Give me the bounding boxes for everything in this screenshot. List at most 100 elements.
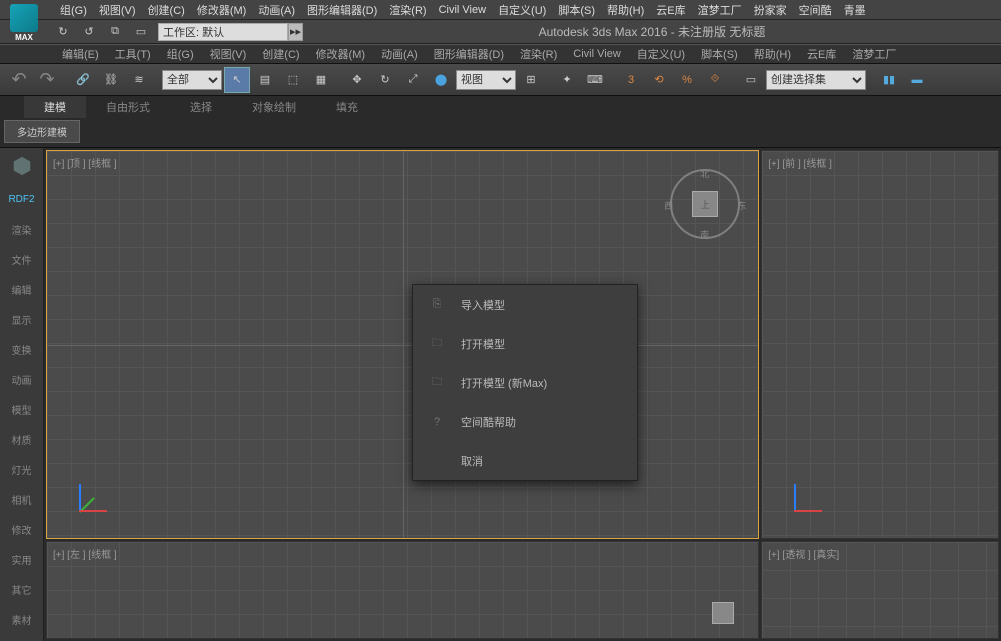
menu2-help[interactable]: 帮助(H) — [746, 44, 799, 64]
menu-graph-editor[interactable]: 图形编辑器(D) — [301, 0, 383, 20]
side-edit[interactable]: 编辑 — [0, 274, 43, 304]
viewport-left[interactable]: [+] [左 ] [线框 ] — [46, 541, 759, 639]
ctx-help[interactable]: ? 空间酷帮助 — [413, 402, 637, 441]
viewcube[interactable]: 上 北 南 西 东 — [670, 169, 740, 239]
link-icon[interactable]: ⧉ — [102, 19, 128, 45]
percent-snap-button[interactable]: % — [674, 67, 700, 93]
viewport-label-top[interactable]: [+] [顶 ] [线框 ] — [53, 155, 117, 170]
side-camera[interactable]: 相机 — [0, 484, 43, 514]
menu-view[interactable]: 视图(V) — [93, 0, 142, 20]
menu2-animation[interactable]: 动画(A) — [373, 44, 426, 64]
side-utility[interactable]: 实用 — [0, 544, 43, 574]
side-modify[interactable]: 修改 — [0, 514, 43, 544]
menu2-script[interactable]: 脚本(S) — [693, 44, 746, 64]
menu2-view[interactable]: 视图(V) — [202, 44, 255, 64]
side-display[interactable]: 显示 — [0, 304, 43, 334]
viewport-label-persp[interactable]: [+] [透视 ] [真实] — [768, 546, 839, 561]
mirror-button[interactable]: ▮▮ — [876, 67, 902, 93]
side-file[interactable]: 文件 — [0, 244, 43, 274]
menu2-modifier[interactable]: 修改器(M) — [308, 44, 374, 64]
menu2-edit[interactable]: 编辑(E) — [54, 44, 107, 64]
ctx-open-model-newmax[interactable]: 🗀 打开模型 (新Max) — [413, 363, 637, 402]
link-button[interactable]: 🔗 — [70, 67, 96, 93]
side-model[interactable]: 模型 — [0, 394, 43, 424]
redo-button[interactable]: ↷ — [34, 67, 60, 93]
menu2-group[interactable]: 组(G) — [159, 44, 202, 64]
menu-script[interactable]: 脚本(S) — [552, 0, 601, 20]
coord-system-select[interactable]: 视图 — [456, 70, 516, 90]
ribbon-tab-populate[interactable]: 填充 — [316, 96, 378, 118]
menu-modifier[interactable]: 修改器(M) — [191, 0, 253, 20]
side-rdf2[interactable]: RDF2 — [0, 184, 43, 214]
keyboard-shortcut-button[interactable]: ⌨ — [582, 67, 608, 93]
side-transform[interactable]: 变换 — [0, 334, 43, 364]
ribbon-tab-modeling[interactable]: 建模 — [24, 96, 86, 118]
menu-cloud-e[interactable]: 云E库 — [650, 0, 691, 20]
ctx-open-model[interactable]: 🗀 打开模型 — [413, 324, 637, 363]
rotate-button[interactable]: ↻ — [372, 67, 398, 93]
menu-animation[interactable]: 动画(A) — [252, 0, 301, 20]
select-by-name-button[interactable]: ▤ — [252, 67, 278, 93]
menu2-graph-editor[interactable]: 图形编辑器(D) — [426, 44, 512, 64]
manipulate-button[interactable]: ✦ — [554, 67, 580, 93]
side-render[interactable]: 渲染 — [0, 214, 43, 244]
app-logo[interactable]: MAX — [0, 0, 48, 44]
viewcube-small[interactable] — [708, 598, 738, 628]
bind-button[interactable]: ≋ — [126, 67, 152, 93]
scale-button[interactable]: ⤢ — [400, 67, 426, 93]
window-crossing-button[interactable]: ▦ — [308, 67, 334, 93]
ribbon-tab-selection[interactable]: 选择 — [170, 96, 232, 118]
side-other[interactable]: 其它 — [0, 574, 43, 604]
place-button[interactable]: ⬤ — [428, 67, 454, 93]
side-assets[interactable]: 素材 — [0, 604, 43, 634]
viewcube-face-icon[interactable] — [712, 602, 734, 624]
angle-snap-button[interactable]: ⟲ — [646, 67, 672, 93]
viewcube-face[interactable]: 上 — [692, 191, 718, 217]
undo-button[interactable]: ↶ — [6, 67, 32, 93]
align-button[interactable]: ▬ — [904, 67, 930, 93]
side-light[interactable]: 灯光 — [0, 454, 43, 484]
ctx-cancel[interactable]: 取消 — [413, 441, 637, 480]
side-animation[interactable]: 动画 — [0, 364, 43, 394]
ctx-import-model[interactable]: ⎘ 导入模型 — [413, 285, 637, 324]
menu-kongjianku[interactable]: 空间酷 — [793, 0, 838, 20]
viewport-front[interactable]: [+] [前 ] [线框 ] — [761, 150, 999, 539]
named-selection-edit-button[interactable]: ▭ — [738, 67, 764, 93]
side-material[interactable]: 材质 — [0, 424, 43, 454]
menu-help[interactable]: 帮助(H) — [601, 0, 650, 20]
menu2-xuanmeng[interactable]: 渲梦工厂 — [844, 44, 904, 64]
project-icon[interactable]: ▭ — [128, 19, 154, 45]
viewport-perspective[interactable]: [+] [透视 ] [真实] — [761, 541, 999, 639]
snap-2d-button[interactable]: 3 — [618, 67, 644, 93]
ribbon-tab-freeform[interactable]: 自由形式 — [86, 96, 170, 118]
menu-civil-view[interactable]: Civil View — [433, 2, 492, 18]
selection-filter[interactable]: 全部 — [162, 70, 222, 90]
pivot-button[interactable]: ⊞ — [518, 67, 544, 93]
menu-xuanmeng[interactable]: 渲梦工厂 — [692, 0, 748, 20]
viewport-label-left[interactable]: [+] [左 ] [线框 ] — [53, 546, 117, 561]
menu2-tools[interactable]: 工具(T) — [107, 44, 159, 64]
selection-set-select[interactable]: 创建选择集 — [766, 70, 866, 90]
menu-banjiajia[interactable]: 扮家家 — [748, 0, 793, 20]
side-geometry-icon[interactable] — [0, 148, 43, 184]
move-button[interactable]: ✥ — [344, 67, 370, 93]
menu-qingmo[interactable]: 青墨 — [838, 0, 872, 20]
menu2-create[interactable]: 创建(C) — [254, 44, 307, 64]
menu-render[interactable]: 渲染(R) — [383, 0, 432, 20]
menu2-render[interactable]: 渲染(R) — [512, 44, 565, 64]
select-object-button[interactable]: ↖ — [224, 67, 250, 93]
menu-customize[interactable]: 自定义(U) — [492, 0, 552, 20]
workspace-selector[interactable]: 工作区: 默认 — [158, 23, 288, 41]
menu2-civil-view[interactable]: Civil View — [565, 46, 628, 62]
viewport-top[interactable]: [+] [顶 ] [线框 ] 上 北 南 西 东 — [46, 150, 759, 539]
select-region-button[interactable]: ⬚ — [280, 67, 306, 93]
viewport-label-front[interactable]: [+] [前 ] [线框 ] — [768, 155, 832, 170]
workspace-expand-icon[interactable]: ▸▸ — [288, 23, 303, 41]
spinner-snap-button[interactable]: ⟐ — [702, 67, 728, 93]
menu2-customize[interactable]: 自定义(U) — [629, 44, 693, 64]
ribbon-tab-objectpaint[interactable]: 对象绘制 — [232, 96, 316, 118]
menu2-cloud-e[interactable]: 云E库 — [799, 44, 844, 64]
ribbon-panel-polymodel[interactable]: 多边形建模 — [4, 120, 80, 143]
menu-group[interactable]: 组(G) — [54, 0, 93, 20]
undo-arrow-icon[interactable]: ↺ — [76, 19, 102, 45]
